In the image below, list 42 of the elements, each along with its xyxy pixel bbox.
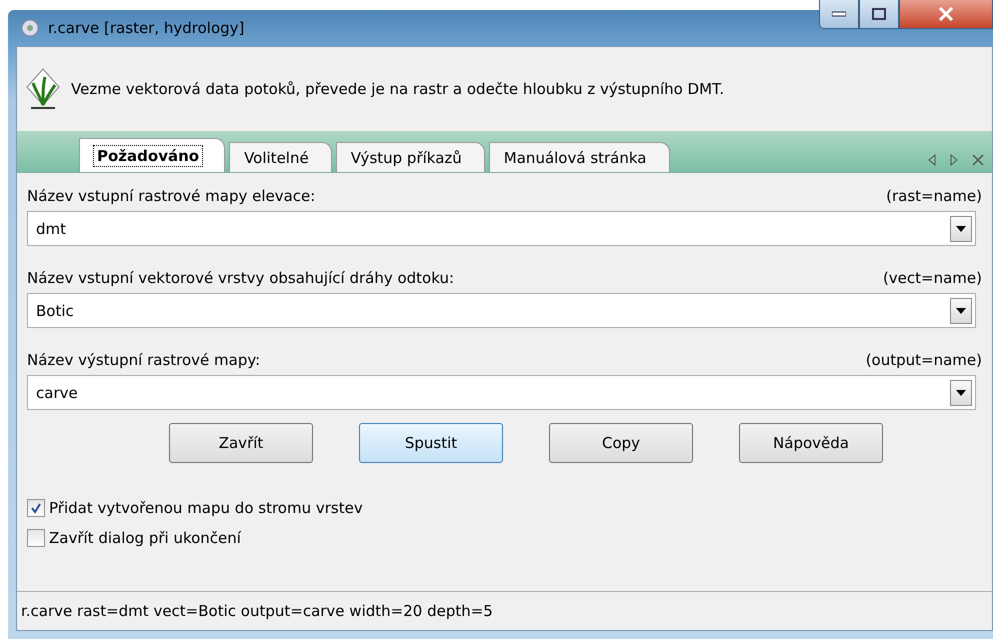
description-text: Vezme vektorová data potoků, převede je na rastr a odečte hloubku z výstupního DMT.	[71, 80, 724, 98]
dialog-button[interactable]: Nápověda	[739, 423, 883, 463]
minimize-icon	[832, 11, 846, 17]
combo-box[interactable]: carve	[27, 375, 976, 410]
checkbox[interactable]	[27, 529, 45, 547]
dropdown-button[interactable]	[950, 380, 972, 406]
checkbox[interactable]	[27, 499, 45, 517]
field-label: Název výstupní rastrové mapy:	[27, 351, 260, 369]
window-title: r.carve [raster, hydrology]	[48, 19, 244, 37]
tab[interactable]: Manuálová stránka	[488, 142, 670, 172]
dropdown-button[interactable]	[950, 216, 972, 242]
combo-box[interactable]: Botic	[27, 293, 976, 328]
parameter-name: (vect=name)	[882, 269, 982, 287]
tab[interactable]: Volitelné	[229, 142, 332, 172]
caret-icon	[956, 390, 966, 396]
field-label: Název vstupní vektorové vrstvy obsahující dráhy odtoku:	[27, 269, 454, 287]
close-button[interactable]	[899, 0, 993, 29]
field-label: Název vstupní rastrové mapy elevace:	[27, 187, 316, 205]
close-icon	[938, 7, 954, 21]
left-arrow-icon[interactable]	[928, 154, 936, 166]
caret-icon	[956, 226, 966, 232]
dropdown-button[interactable]	[950, 298, 972, 324]
dialog-button[interactable]: Copy	[549, 423, 693, 463]
caret-icon	[956, 308, 966, 314]
tab[interactable]: Výstup příkazů	[336, 142, 485, 172]
right-arrow-icon[interactable]	[950, 154, 958, 166]
parameter-name: (rast=name)	[886, 187, 982, 205]
status-bar: r.carve rast=dmt vect=Botic output=carve width=20 depth=5	[17, 591, 992, 630]
maximize-icon	[872, 8, 886, 20]
parameter-name: (output=name)	[866, 351, 982, 369]
grass-icon	[25, 67, 61, 111]
combo-box[interactable]: dmt	[27, 211, 976, 246]
tab[interactable]: Požadováno	[79, 138, 226, 172]
minimize-button[interactable]	[819, 0, 859, 29]
dialog-button[interactable]: Zavřít	[169, 423, 313, 463]
maximize-button[interactable]	[859, 0, 899, 29]
dialog-button[interactable]: Spustit	[359, 423, 503, 463]
checkbox-label: Zavřít dialog při ukončení	[49, 529, 241, 547]
close-icon[interactable]	[972, 154, 984, 166]
app-icon	[20, 18, 40, 38]
checkbox-label: Přidat vytvořenou mapu do stromu vrstev	[49, 499, 363, 517]
checkmark-icon	[30, 502, 42, 514]
